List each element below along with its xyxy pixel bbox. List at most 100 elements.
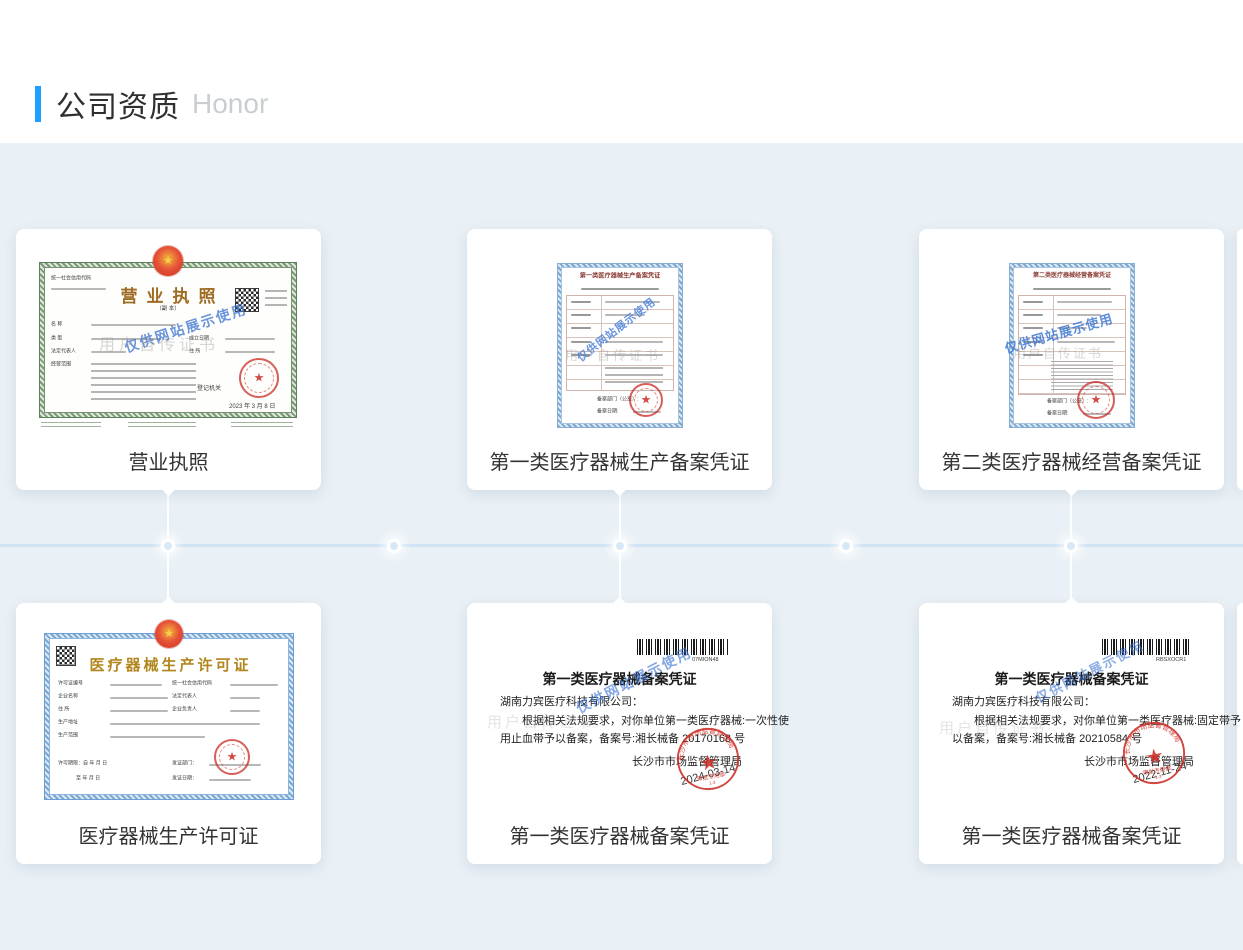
text-line-placeholder xyxy=(1057,341,1115,343)
text-line-placeholder xyxy=(1057,301,1112,303)
field-label: 类 型 xyxy=(51,336,62,341)
emblem-star-icon: ★ xyxy=(163,256,173,267)
text-line-placeholder xyxy=(110,697,168,699)
official-seal: 长沙市市场监督管理局 审批专用章 1-3 xyxy=(671,722,745,796)
license-title: 营业执照 xyxy=(112,282,225,307)
footnote-placeholder xyxy=(128,422,196,430)
license-subtitle: （副 本） xyxy=(156,306,180,312)
barcode-text: 07MION48 xyxy=(692,657,719,663)
certificate-card-class2-operation-filing[interactable]: 第二类医疗器械经营备案凭证 仅供网站展示使用 用户自传证书 备案部门（公章）: … xyxy=(919,229,1224,490)
term-label: 许可期限：自 年 月 日 xyxy=(58,761,107,766)
field-label: 名 称 xyxy=(51,322,62,327)
field-label: 企业名称 xyxy=(58,694,78,699)
text-line-placeholder xyxy=(110,736,205,738)
text-line-placeholder xyxy=(605,341,663,343)
upload-watermark: 用户自传证书 xyxy=(99,338,219,354)
timeline-node xyxy=(613,539,627,553)
text-line-placeholder xyxy=(225,338,275,340)
field-label: 法定代表人 xyxy=(51,349,76,354)
card-caption: 医疗器械生产许可证 xyxy=(16,820,321,849)
official-seal xyxy=(239,358,279,398)
footnote-placeholder xyxy=(231,422,293,430)
card-caption: 第一类医疗器械备案凭证 xyxy=(467,820,772,849)
timeline-node xyxy=(839,539,853,553)
field-label: 法定代表人 xyxy=(172,694,197,699)
page-subtitle: Honor xyxy=(192,88,268,120)
certificate-card-class1-production-filing[interactable]: 第一类医疗器械生产备案凭证 仅供网站展示使用 用户自传证书 备案部门（公章）: … xyxy=(467,229,772,490)
official-seal xyxy=(1077,381,1115,419)
field-label: 许可证编号 xyxy=(58,681,83,686)
text-line-placeholder xyxy=(225,351,275,353)
qr-code xyxy=(56,646,76,666)
issue-date-label: 发证日期： xyxy=(172,776,197,781)
field-label: 生产范围 xyxy=(58,733,78,738)
timeline-node xyxy=(1064,539,1078,553)
text-line-placeholder xyxy=(571,301,591,303)
upload-watermark: 用户自传证书 xyxy=(1013,347,1103,360)
text-line-placeholder xyxy=(230,697,260,699)
text-line-placeholder xyxy=(110,710,168,712)
filing-date-label: 备案日期: xyxy=(1047,411,1068,416)
upload-watermark: 用户自传证书 xyxy=(487,715,595,730)
filing-notice-image: RBSXOCR1 第一类医疗器械备案凭证 湖南力宾医疗科技有限公司： 根据相关法… xyxy=(934,631,1209,811)
official-seal: 长沙市市场监督管理局 审批专用章 1-3 xyxy=(1117,716,1191,790)
text-line-placeholder xyxy=(1033,288,1111,290)
text-line-placeholder xyxy=(51,288,106,290)
company-name: 湖南力宾医疗科技有限公司： xyxy=(500,693,643,709)
svg-text:长沙市市场监督管理局: 长沙市市场监督管理局 xyxy=(671,722,737,762)
text-line-placeholder xyxy=(1023,314,1043,316)
certificate-card-production-license[interactable]: ★ 医疗器械生产许可证 许可证编号 统一社会信用代码 企业名称 法定代表人 住 … xyxy=(16,603,321,864)
svg-text:1-3: 1-3 xyxy=(1155,774,1163,780)
certificate-title: 第一类医疗器械生产备案凭证 xyxy=(580,273,661,279)
barcode-text: RBSXOCR1 xyxy=(1156,657,1186,663)
text-line-placeholder xyxy=(230,710,260,712)
official-seal xyxy=(629,383,663,417)
certificate-card-business-license[interactable]: ★ 统一社会信用代码 营业执照 （副 本） 名 称 类 型 法定代表人 经营范围… xyxy=(16,229,321,490)
company-honor-page: 公司资质 Honor ★ 统一社会信用代码 营业执照 （副 本） 名 称 类 型… xyxy=(0,0,1243,950)
license-title: 医疗器械生产许可证 xyxy=(86,654,251,675)
company-name: 湖南力宾医疗科技有限公司： xyxy=(952,693,1095,709)
text-line-placeholder xyxy=(110,723,260,725)
national-emblem-icon: ★ xyxy=(153,246,183,276)
footnote-placeholder xyxy=(41,422,101,430)
filing-certificate-image: 第二类医疗器械经营备案凭证 仅供网站展示使用 用户自传证书 备案部门（公章）: … xyxy=(1009,263,1135,428)
text-line-placeholder xyxy=(1023,301,1043,303)
upload-watermark: 用户自传证书 xyxy=(939,721,1047,736)
next-card-peek[interactable] xyxy=(1237,229,1243,490)
card-caption: 营业执照 xyxy=(16,446,321,475)
section-header: 公司资质 Honor xyxy=(35,84,268,124)
field-label: 企业负责人 xyxy=(172,707,197,712)
text-paragraph-placeholder xyxy=(91,363,196,403)
page-title: 公司资质 xyxy=(56,82,180,126)
next-card-peek[interactable] xyxy=(1237,603,1243,864)
card-caption: 第一类医疗器械生产备案凭证 xyxy=(467,446,772,475)
certificate-card-class1-filing-2[interactable]: RBSXOCR1 第一类医疗器械备案凭证 湖南力宾医疗科技有限公司： 根据相关法… xyxy=(919,603,1224,864)
card-caption: 第二类医疗器械经营备案凭证 xyxy=(919,446,1224,475)
registrar-label: 登记机关 xyxy=(197,386,221,392)
business-license-image: ★ 统一社会信用代码 营业执照 （副 本） 名 称 类 型 法定代表人 经营范围… xyxy=(39,262,297,418)
text-line-placeholder xyxy=(571,314,591,316)
filing-certificate-image: 第一类医疗器械生产备案凭证 仅供网站展示使用 用户自传证书 备案部门（公章）: … xyxy=(557,263,683,428)
text-line-placeholder xyxy=(1023,327,1043,329)
text-line-placeholder xyxy=(571,341,591,343)
accent-bar xyxy=(35,86,41,122)
credit-code-label: 统一社会信用代码 xyxy=(51,276,91,281)
upload-watermark: 用户自传证书 xyxy=(565,349,661,362)
issue-date: 2023 年 3 月 8 日 xyxy=(229,404,275,410)
text-line-placeholder xyxy=(110,684,162,686)
production-license-image: ★ 医疗器械生产许可证 许可证编号 统一社会信用代码 企业名称 法定代表人 住 … xyxy=(44,633,294,800)
text-line-placeholder xyxy=(571,327,591,329)
official-seal xyxy=(214,739,250,775)
filing-date-label: 备案日期: xyxy=(597,409,618,414)
field-label: 生产地址 xyxy=(58,720,78,725)
timeline-node xyxy=(387,539,401,553)
timeline-node xyxy=(161,539,175,553)
certificate-card-class1-filing-1[interactable]: 07MION48 第一类医疗器械备案凭证 湖南力宾医疗科技有限公司： 根据相关法… xyxy=(467,603,772,864)
svg-text:1-3: 1-3 xyxy=(709,780,717,786)
certificate-title: 第二类医疗器械经营备案凭证 xyxy=(1033,273,1111,279)
issuer-label: 发证部门： xyxy=(172,761,197,766)
field-label: 经营范围 xyxy=(51,362,71,367)
filing-notice-image: 07MION48 第一类医疗器械备案凭证 湖南力宾医疗科技有限公司： 根据相关法… xyxy=(482,631,757,811)
term-label: 至 年 月 日 xyxy=(76,776,100,781)
text-paragraph-placeholder xyxy=(605,367,663,385)
